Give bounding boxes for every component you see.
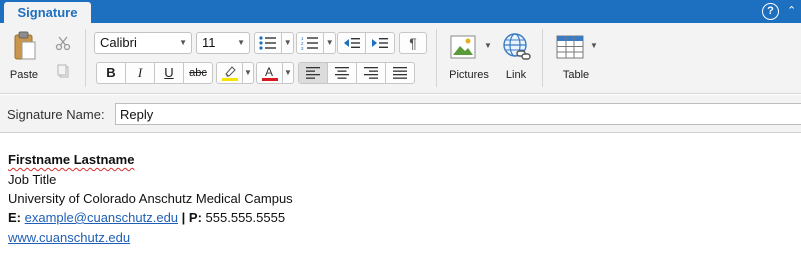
clipboard-icon: [14, 31, 36, 60]
chevron-down-icon: ▼: [283, 38, 292, 47]
paste-label: Paste: [9, 69, 39, 81]
numbered-list-icon: 123: [297, 33, 325, 53]
contact-separator: |: [181, 210, 186, 225]
ribbon-separator: [436, 29, 437, 87]
bullet-list-icon: [255, 33, 283, 53]
table-button[interactable]: ▼ Table: [552, 27, 600, 87]
decrease-indent-icon: [343, 38, 360, 48]
highlighter-icon: [217, 63, 243, 83]
chevron-down-icon: ▼: [484, 41, 492, 50]
svg-text:3: 3: [301, 46, 304, 50]
show-formatting-button[interactable]: ¶: [399, 32, 427, 54]
increase-indent-button[interactable]: [366, 33, 394, 53]
ribbon-separator: [542, 29, 543, 87]
font-family-value: Calibri: [100, 35, 137, 50]
copy-icon[interactable]: [52, 63, 74, 83]
website-link[interactable]: www.cuanschutz.edu: [8, 230, 130, 245]
link-label: Link: [505, 69, 527, 81]
chevron-down-icon: ▼: [244, 68, 252, 77]
pictures-label: Pictures: [449, 69, 489, 81]
bullets-button[interactable]: ▼: [254, 32, 294, 54]
align-center-icon: [335, 67, 349, 79]
email-label: E:: [8, 210, 21, 225]
strikethrough-button[interactable]: abc: [184, 63, 212, 83]
signature-name-line: Firstname Lastname: [8, 152, 134, 167]
font-size-select[interactable]: 11 ▼: [196, 32, 250, 54]
signature-website-line: www.cuanschutz.edu: [8, 230, 130, 245]
bold-button[interactable]: B: [97, 63, 126, 83]
text-style-group: B I U abc: [96, 62, 213, 84]
help-button[interactable]: ?: [762, 3, 779, 20]
justify-button[interactable]: [386, 63, 414, 83]
chevron-down-icon: ▼: [590, 41, 598, 50]
email-link[interactable]: example@cuanschutz.edu: [25, 210, 178, 225]
increase-indent-icon: [372, 38, 388, 48]
justify-icon: [393, 67, 407, 79]
tab-signature[interactable]: Signature: [4, 2, 91, 23]
chevron-down-icon: ▼: [284, 68, 292, 77]
globe-link-icon: [503, 33, 531, 60]
title-bar: Signature ? ⌃: [0, 0, 801, 23]
phone-number: 555.555.5555: [205, 210, 286, 225]
paste-button[interactable]: Paste: [4, 27, 44, 87]
signature-name-bar: Signature Name:: [0, 95, 801, 133]
font-size-value: 11: [202, 35, 216, 50]
pilcrow-icon: ¶: [409, 35, 417, 51]
chevron-down-icon: ▼: [237, 38, 245, 47]
align-center-button[interactable]: [328, 63, 357, 83]
underline-button[interactable]: U: [155, 63, 184, 83]
alignment-group: [298, 62, 415, 84]
decrease-indent-button[interactable]: [338, 33, 366, 53]
signature-person-name: Firstname Lastname: [8, 152, 135, 167]
pictures-button[interactable]: ▼ Pictures: [444, 27, 494, 87]
link-button[interactable]: Link: [498, 27, 534, 87]
table-icon: [556, 35, 584, 59]
font-color-icon: A: [257, 63, 283, 83]
highlight-button[interactable]: ▼: [216, 62, 254, 84]
cut-icon[interactable]: [52, 35, 74, 55]
signature-organization: University of Colorado Anschutz Medical …: [8, 191, 293, 206]
picture-icon: [450, 35, 476, 59]
signature-name-label: Signature Name:: [7, 107, 105, 122]
signature-job-title: Job Title: [8, 172, 57, 187]
ribbon-separator: [85, 29, 86, 87]
font-family-select[interactable]: Calibri ▼: [94, 32, 192, 54]
table-label: Table: [562, 69, 590, 81]
font-color-button[interactable]: A ▼: [256, 62, 294, 84]
numbering-button[interactable]: 123 ▼: [296, 32, 336, 54]
chevron-down-icon: ▼: [179, 38, 187, 47]
italic-button[interactable]: I: [126, 63, 155, 83]
align-left-icon: [306, 67, 320, 79]
align-left-button[interactable]: [299, 63, 328, 83]
collapse-ribbon-button[interactable]: ⌃: [787, 3, 799, 20]
ribbon: Paste Calibri ▼ 11 ▼ ▼ 123 ▼ ¶ B I U abc…: [0, 23, 801, 94]
chevron-down-icon: ▼: [325, 38, 334, 47]
signature-editor[interactable]: Firstname Lastname Job Title University …: [0, 134, 801, 259]
align-right-button[interactable]: [357, 63, 386, 83]
svg-text:A: A: [265, 65, 273, 79]
align-right-icon: [364, 67, 378, 79]
signature-contact-line: E: example@cuanschutz.edu | P: 555.555.5…: [8, 210, 285, 225]
signature-name-field[interactable]: [115, 103, 801, 125]
indent-group: [337, 32, 395, 54]
phone-label: P:: [188, 210, 202, 225]
